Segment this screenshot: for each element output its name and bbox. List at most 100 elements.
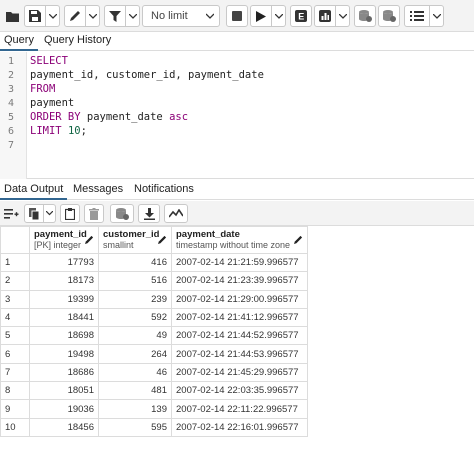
filter-dropdown[interactable]: [126, 5, 140, 27]
payment-date-cell[interactable]: 2007-02-14 21:44:53.996577: [171, 344, 308, 364]
customer-id-cell[interactable]: 595: [98, 417, 172, 437]
rollback-button[interactable]: [378, 5, 400, 27]
execute-dropdown[interactable]: [272, 5, 286, 27]
row-limit-select[interactable]: No limit: [142, 5, 220, 27]
table-row[interactable]: 2 18173 516 2007-02-14 21:23:39.996577: [0, 271, 308, 291]
customer-id-cell[interactable]: 481: [98, 381, 172, 401]
customer-id-cell[interactable]: 139: [98, 399, 172, 419]
pencil-icon[interactable]: [85, 235, 94, 244]
payment-id-cell[interactable]: 18686: [29, 362, 99, 383]
table-row[interactable]: 6 19498 264 2007-02-14 21:44:53.996577: [0, 344, 308, 364]
payment-id-cell[interactable]: 18173: [29, 271, 99, 291]
execute-button[interactable]: [250, 5, 272, 27]
payment-date-cell[interactable]: 2007-02-14 22:16:01.996577: [171, 417, 308, 437]
customer-id-cell[interactable]: 592: [98, 307, 172, 328]
column-header-customer-id[interactable]: customer_id smallint: [98, 226, 172, 254]
add-row-button[interactable]: [1, 204, 21, 223]
explain-analyze-button[interactable]: [314, 5, 336, 27]
customer-id-cell[interactable]: 416: [98, 252, 172, 273]
chevron-down-icon: [338, 13, 347, 19]
payment-id-cell[interactable]: 18456: [29, 417, 99, 437]
tab-query-history[interactable]: Query History: [40, 32, 115, 51]
copy-dropdown[interactable]: [44, 204, 56, 223]
edit-button[interactable]: [64, 5, 86, 27]
payment-id-cell[interactable]: 18441: [29, 307, 99, 328]
payment-date-cell[interactable]: 2007-02-14 21:21:59.996577: [171, 252, 308, 273]
payment-id-cell[interactable]: 17793: [29, 252, 99, 273]
customer-id-cell[interactable]: 516: [98, 271, 172, 291]
save-dropdown[interactable]: [46, 5, 60, 27]
payment-date-cell[interactable]: 2007-02-14 21:45:29.996577: [171, 362, 308, 383]
table-row[interactable]: 7 18686 46 2007-02-14 21:45:29.996577: [0, 362, 308, 383]
macros-dropdown[interactable]: [430, 5, 444, 27]
row-number-cell[interactable]: 3: [0, 289, 30, 309]
row-number-cell[interactable]: 4: [0, 307, 30, 328]
paste-button[interactable]: [60, 204, 80, 223]
table-row[interactable]: 3 19399 239 2007-02-14 21:29:00.996577: [0, 289, 308, 309]
payment-date-cell[interactable]: 2007-02-14 21:23:39.996577: [171, 271, 308, 291]
row-number-cell[interactable]: 1: [0, 252, 30, 273]
pencil-icon[interactable]: [294, 235, 303, 244]
row-number-cell[interactable]: 2: [0, 271, 30, 291]
tab-messages[interactable]: Messages: [69, 180, 127, 200]
table-row[interactable]: 4 18441 592 2007-02-14 21:41:12.996577: [0, 307, 308, 328]
filter-button[interactable]: [104, 5, 126, 27]
tab-notifications[interactable]: Notifications: [130, 180, 198, 200]
explain-dropdown[interactable]: [336, 5, 350, 27]
payment-id-cell[interactable]: 18698: [29, 326, 99, 346]
payment-date-cell[interactable]: 2007-02-14 21:29:00.996577: [171, 289, 308, 309]
payment-id-cell[interactable]: 18051: [29, 381, 99, 401]
payment-date-cell[interactable]: 2007-02-14 22:03:35.996577: [171, 381, 308, 401]
bar-chart-icon: [319, 10, 331, 22]
filter-icon: [109, 10, 121, 22]
open-file-button[interactable]: [2, 5, 22, 27]
explain-button[interactable]: E: [290, 5, 312, 27]
chevron-down-icon: [274, 13, 283, 19]
payment-id-cell[interactable]: 19498: [29, 344, 99, 364]
payment-date-cell[interactable]: 2007-02-14 22:11:22.996577: [171, 399, 308, 419]
table-header-row: payment_id [PK] integer customer_id smal…: [0, 226, 308, 254]
table-row[interactable]: 8 18051 481 2007-02-14 22:03:35.996577: [0, 381, 308, 401]
row-number-cell[interactable]: 10: [0, 417, 30, 437]
column-header-payment-id[interactable]: payment_id [PK] integer: [29, 226, 99, 254]
code-line: ORDER BY payment_date asc: [30, 111, 188, 123]
payment-id-cell[interactable]: 19036: [29, 399, 99, 419]
download-button[interactable]: [138, 204, 160, 223]
table-row[interactable]: 10 18456 595 2007-02-14 22:16:01.996577: [0, 417, 308, 437]
graph-visualiser-button[interactable]: [164, 204, 188, 223]
row-number-cell[interactable]: 7: [0, 362, 30, 383]
edit-dropdown[interactable]: [86, 5, 100, 27]
save-data-button[interactable]: [110, 204, 134, 223]
payment-id-cell[interactable]: 19399: [29, 289, 99, 309]
row-number-cell[interactable]: 8: [0, 381, 30, 401]
row-number-header[interactable]: [0, 226, 30, 254]
customer-id-cell[interactable]: 239: [98, 289, 172, 309]
line-chart-icon: [169, 208, 183, 217]
table-row[interactable]: 5 18698 49 2007-02-14 21:44:52.996577: [0, 326, 308, 346]
tab-query[interactable]: Query: [0, 32, 38, 51]
customer-id-cell[interactable]: 49: [98, 326, 172, 346]
delete-button[interactable]: [84, 204, 104, 223]
row-number-cell[interactable]: 9: [0, 399, 30, 419]
customer-id-cell[interactable]: 46: [98, 362, 172, 383]
copy-button[interactable]: [24, 204, 44, 223]
stop-button[interactable]: [226, 5, 248, 27]
customer-id-cell[interactable]: 264: [98, 344, 172, 364]
macros-button[interactable]: [404, 5, 430, 27]
table-row[interactable]: 9 19036 139 2007-02-14 22:11:22.996577: [0, 399, 308, 419]
row-number-cell[interactable]: 6: [0, 344, 30, 364]
code-line: SELECT: [30, 55, 68, 67]
payment-date-cell[interactable]: 2007-02-14 21:44:52.996577: [171, 326, 308, 346]
tab-data-output[interactable]: Data Output: [0, 180, 68, 200]
sql-editor[interactable]: 1 2 3 4 5 6 7 SELECT payment_id, custome…: [0, 52, 474, 179]
save-button[interactable]: [24, 5, 46, 27]
table-row[interactable]: 1 17793 416 2007-02-14 21:21:59.996577: [0, 252, 308, 273]
column-header-payment-date[interactable]: payment_date timestamp without time zone: [171, 226, 308, 254]
row-number-cell[interactable]: 5: [0, 326, 30, 346]
commit-button[interactable]: [354, 5, 376, 27]
pencil-icon[interactable]: [158, 235, 167, 244]
payment-date-cell[interactable]: 2007-02-14 21:41:12.996577: [171, 307, 308, 328]
add-row-icon: [3, 209, 18, 219]
column-name: payment_date: [176, 229, 240, 240]
database-save-icon: [115, 207, 129, 220]
